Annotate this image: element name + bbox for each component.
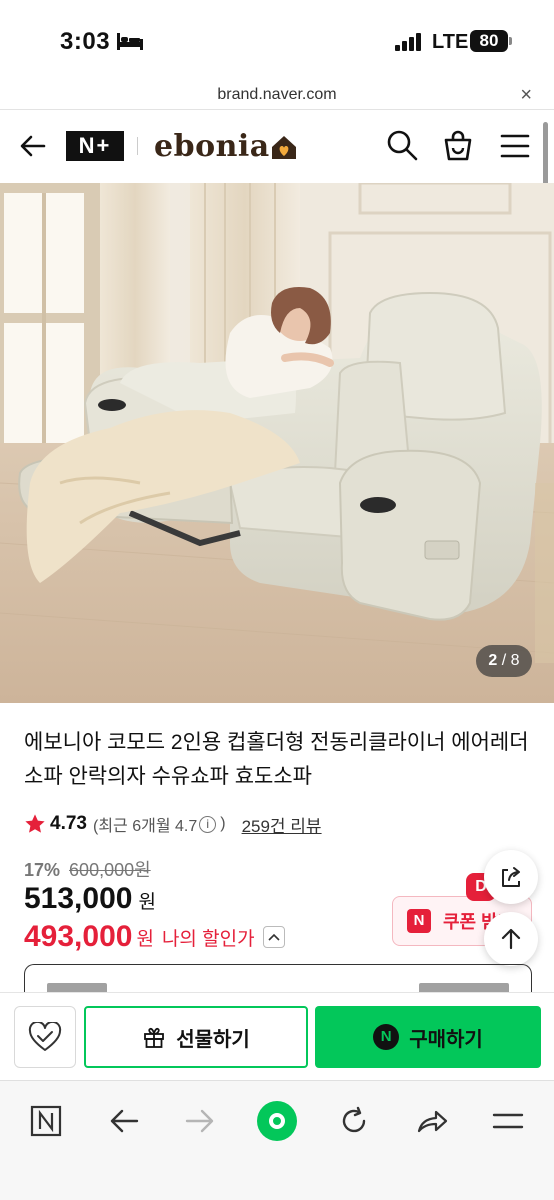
battery-tip <box>509 37 512 45</box>
sale-price: 513,000 <box>24 882 133 915</box>
back-arrow-icon <box>110 1109 139 1133</box>
brand-logo[interactable]: ebonia <box>154 129 270 164</box>
product-title: 에보니아 코모드 2인용 컵홀더형 전동리클라이너 에어레더 소파 안락의자 수… <box>24 731 529 788</box>
share-button[interactable] <box>484 850 538 904</box>
logo-divider <box>137 137 138 155</box>
image-counter-current: 2 <box>488 652 498 669</box>
refresh-icon <box>342 1106 366 1133</box>
sale-price-unit: 원 <box>138 892 156 913</box>
forward-arrow-icon <box>185 1109 214 1133</box>
cart-icon[interactable] <box>442 128 474 162</box>
my-price-label: 나의 할인가 <box>161 928 255 950</box>
my-price-row: 493,000 원 나의 할인가 <box>24 920 285 954</box>
status-bar: 3:03 LTE 80 <box>0 0 554 82</box>
browser-share-button[interactable] <box>412 1101 452 1141</box>
image-counter-separator: / <box>497 652 511 669</box>
home-icon <box>257 1101 297 1141</box>
signal-icon <box>395 33 421 51</box>
status-time: 3:03 <box>60 28 111 55</box>
rating-recent-close: ) <box>220 815 226 832</box>
buy-button[interactable]: N 구매하기 <box>315 1006 541 1068</box>
rating-row: 4.73 (최근 6개월 4.7 i ) 259건 리뷰 <box>24 810 322 838</box>
back-arrow-icon[interactable] <box>18 131 48 161</box>
share-icon <box>502 867 520 887</box>
my-price-unit: 원 <box>136 928 154 950</box>
image-counter-total: 8 <box>510 652 520 669</box>
url-bar[interactable]: brand.naver.com × <box>0 82 554 110</box>
naver-tabs-button[interactable] <box>26 1101 66 1141</box>
discount-rate: 17% <box>24 860 61 880</box>
browser-home-button[interactable] <box>257 1101 297 1141</box>
product-image[interactable]: 2 / 8 <box>0 183 554 703</box>
gift-icon <box>144 1027 165 1048</box>
wish-button[interactable] <box>14 1006 76 1068</box>
sleep-focus-icon <box>117 33 143 50</box>
gift-button[interactable]: 선물하기 <box>84 1006 308 1068</box>
browser-back-button[interactable] <box>104 1101 144 1141</box>
my-discount-price: 493,000 <box>24 920 133 953</box>
star-icon <box>25 814 45 833</box>
url-text[interactable]: brand.naver.com <box>0 86 554 104</box>
purchase-bar: 선물하기 N 구매하기 <box>0 992 554 1080</box>
nplus-logo[interactable]: N+ <box>66 131 124 161</box>
browser-refresh-button[interactable] <box>334 1101 374 1141</box>
gift-label: 선물하기 <box>176 1028 250 1051</box>
browser-toolbar <box>0 1080 554 1200</box>
network-type: LTE <box>432 31 469 53</box>
price-row: 513,000 원 <box>24 882 156 916</box>
scroll-top-button[interactable] <box>484 912 538 966</box>
product-photo <box>0 183 554 703</box>
info-icon[interactable]: i <box>199 815 217 833</box>
battery-indicator: 80 <box>470 30 508 52</box>
browser-forward-button[interactable] <box>180 1101 220 1141</box>
buy-label: 구매하기 <box>409 1028 483 1051</box>
heart-check-icon <box>28 1022 62 1051</box>
menu-icon[interactable] <box>500 133 530 159</box>
home-icon-inner <box>269 1113 285 1129</box>
menu-icon <box>492 1113 524 1129</box>
rating-recent: (최근 6개월 4.7 <box>92 818 198 835</box>
naver-n-icon: N <box>407 909 431 933</box>
search-icon[interactable] <box>386 129 418 161</box>
arrow-up-icon <box>501 928 521 950</box>
app-header: N+ ebonia <box>0 111 554 183</box>
scroll-indicator[interactable] <box>543 122 548 192</box>
close-icon[interactable]: × <box>520 84 532 107</box>
original-price: 600,000원 <box>69 860 151 880</box>
brand-house-icon <box>272 136 296 159</box>
chevron-up-icon[interactable] <box>262 926 285 948</box>
share-arrow-icon <box>417 1110 448 1133</box>
browser-menu-button[interactable] <box>488 1101 528 1141</box>
naver-n-box-icon <box>30 1105 62 1137</box>
discount-row: 17% 600,000원 <box>24 856 151 882</box>
n-icon: N <box>373 1024 400 1050</box>
image-counter: 2 / 8 <box>476 645 532 677</box>
rating-value: 4.73 <box>50 813 87 834</box>
review-link[interactable]: 259건 리뷰 <box>242 812 322 837</box>
